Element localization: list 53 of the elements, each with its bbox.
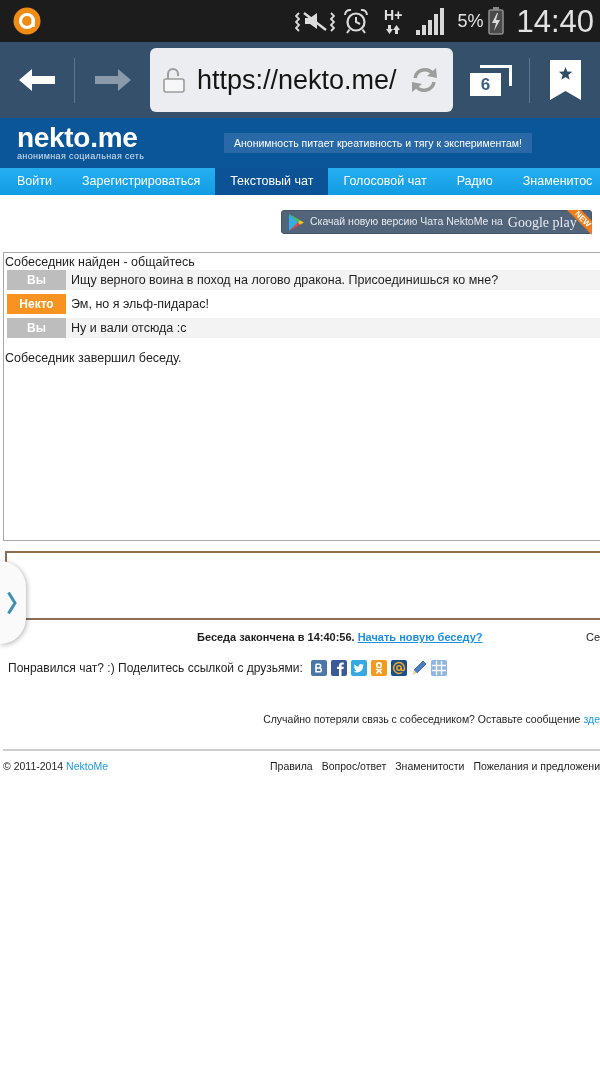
unlocked-padlock-icon bbox=[163, 67, 185, 93]
slide-out-menu[interactable] bbox=[0, 561, 26, 644]
stacked-tabs-icon bbox=[470, 64, 512, 96]
chevron-right-icon bbox=[7, 590, 17, 615]
at-sign-icon[interactable] bbox=[390, 660, 407, 676]
vibrate-mute-icon bbox=[295, 10, 336, 32]
nav-tab[interactable]: Зарегистрироваться bbox=[67, 168, 216, 195]
message-input[interactable] bbox=[5, 551, 600, 620]
nav-tab[interactable]: Знаменитос bbox=[507, 168, 593, 195]
data-arrows-icon bbox=[386, 24, 401, 34]
address-bar[interactable]: https://nekto.me/ bbox=[150, 48, 453, 112]
sender-label: Вы bbox=[7, 270, 66, 290]
share-prompt-text: Понравился чат? :) Поделитесь ссылкой с друзьями: bbox=[8, 660, 303, 677]
conversation-ended-text: Беседа закончена в 14:40:56. bbox=[197, 630, 355, 644]
play-store-icon bbox=[289, 213, 304, 231]
battery-charging-icon bbox=[488, 7, 505, 35]
network-type-label: H+ bbox=[384, 8, 403, 21]
chat-status-text: Собеседник найден - общайтесь bbox=[5, 255, 196, 269]
copyright-text: © 2011-2014 bbox=[3, 760, 64, 773]
signal-strength-icon bbox=[416, 7, 445, 35]
site-tagline: анонимная социальная сеть bbox=[17, 151, 146, 161]
footer-link[interactable]: Вопрос/ответ bbox=[321, 760, 387, 773]
chat-ended-text: Собеседник завершил беседу. bbox=[5, 350, 183, 367]
footer-link[interactable]: Правила bbox=[270, 760, 313, 773]
here-link[interactable]: зде bbox=[583, 713, 600, 726]
nav-tab[interactable]: Войти bbox=[2, 168, 67, 195]
tab-switcher-button[interactable]: 6 bbox=[453, 42, 529, 118]
sender-label: Вы bbox=[7, 318, 66, 338]
new-conversation-link[interactable]: Начать новую беседу? bbox=[357, 630, 483, 644]
cut-off-text: Се bbox=[585, 630, 600, 644]
vk-icon[interactable] bbox=[310, 660, 327, 676]
clock-time: 14:40 bbox=[516, 5, 594, 37]
app-notification-icon bbox=[13, 7, 41, 35]
arrow-left-icon bbox=[19, 69, 55, 91]
message-text: Ищу верного воина в поход на логово дракона. Присоединишься ко мне? bbox=[71, 271, 499, 289]
arrow-right-icon bbox=[94, 69, 131, 91]
pencil-icon[interactable] bbox=[410, 660, 427, 676]
slogan-banner: Анонимность питает креативность и тягу к экспериментам! bbox=[224, 133, 532, 153]
lost-contact-text: Случайно потеряли связь с собеседником? Оставьте сообщение bbox=[263, 713, 581, 726]
footer-link[interactable]: Пожелания и предложени bbox=[473, 760, 600, 773]
bookmark-star-icon bbox=[549, 60, 581, 100]
alarm-clock-icon bbox=[343, 8, 370, 34]
sender-label: Некто bbox=[7, 294, 66, 314]
footer-link[interactable]: Знаменитости bbox=[395, 760, 465, 773]
message-text: Эм, но я эльф-пидарас! bbox=[71, 295, 209, 313]
battery-percent: 5% bbox=[457, 12, 484, 30]
message-text: Ну и вали отсюда :с bbox=[71, 319, 187, 337]
site-logo[interactable]: nekto.me bbox=[17, 125, 224, 151]
nav-tab[interactable]: Текстовый чат bbox=[215, 168, 329, 195]
nav-tab[interactable]: Радио bbox=[441, 168, 508, 195]
brand-link[interactable]: NektoMe bbox=[66, 760, 109, 773]
nav-tab[interactable]: Голосовой чат bbox=[328, 168, 442, 195]
facebook-icon[interactable] bbox=[330, 660, 347, 676]
